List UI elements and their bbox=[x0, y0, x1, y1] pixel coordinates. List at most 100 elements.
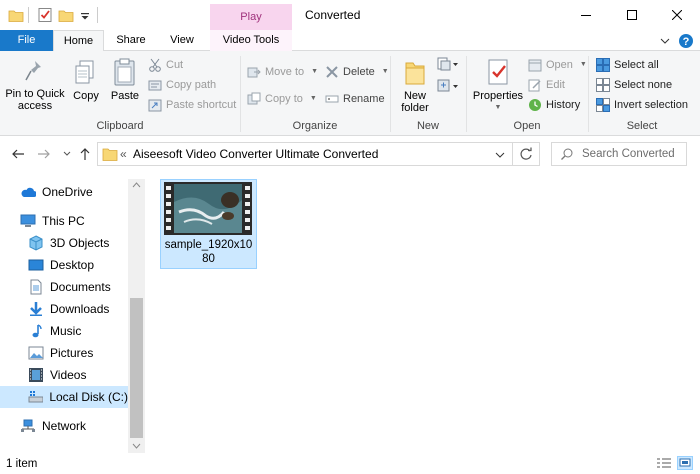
breadcrumb-item[interactable]: Converted bbox=[323, 147, 378, 161]
nav-item-local-disk[interactable]: Local Disk (C:) bbox=[0, 386, 128, 408]
large-icons-view-button[interactable] bbox=[677, 456, 693, 470]
copy-path-button[interactable]: Copy path bbox=[148, 76, 216, 94]
nav-label: Network bbox=[42, 419, 87, 433]
scissors-icon bbox=[149, 58, 161, 72]
nav-label: This PC bbox=[42, 214, 85, 228]
invert-selection-button[interactable]: Invert selection bbox=[596, 96, 688, 114]
help-icon[interactable]: ? bbox=[678, 33, 694, 49]
cut-button[interactable]: Cut bbox=[148, 56, 183, 74]
new-group-label: New bbox=[416, 120, 439, 132]
tab-share[interactable]: Share bbox=[108, 30, 154, 51]
up-button[interactable] bbox=[77, 146, 93, 162]
open-group-label: Open bbox=[513, 120, 541, 132]
nav-item-music[interactable]: Music bbox=[28, 320, 81, 342]
cut-label: Cut bbox=[166, 59, 184, 71]
history-icon bbox=[529, 99, 541, 111]
select-group-label: Select bbox=[626, 120, 658, 132]
nav-scrollbar-thumb[interactable] bbox=[130, 298, 143, 438]
nav-item-pictures[interactable]: Pictures bbox=[28, 342, 93, 364]
copy-to-button[interactable]: Copy to ▼ bbox=[247, 90, 317, 108]
nav-label: Music bbox=[50, 324, 82, 338]
nav-item-3d-objects[interactable]: 3D Objects bbox=[28, 232, 109, 254]
breadcrumb-overflow[interactable]: « bbox=[120, 147, 127, 161]
new-folder-button[interactable]: New folder bbox=[396, 59, 434, 114]
nav-item-documents[interactable]: Documents bbox=[28, 276, 111, 298]
new-folder-qat-icon[interactable] bbox=[58, 7, 74, 23]
history-button[interactable]: History bbox=[528, 96, 580, 114]
drive-icon bbox=[28, 391, 44, 403]
refresh-icon bbox=[520, 147, 532, 160]
nav-item-onedrive[interactable]: OneDrive bbox=[20, 181, 93, 203]
search-input[interactable]: Search Converted bbox=[551, 142, 687, 166]
details-view-button[interactable] bbox=[656, 456, 672, 470]
scroll-up-icon[interactable] bbox=[131, 181, 142, 189]
pin-to-quick-access-button[interactable]: Pin to Quick access bbox=[4, 59, 66, 112]
properties-button[interactable]: Properties ▼ bbox=[472, 57, 524, 114]
recent-locations-button[interactable] bbox=[59, 146, 75, 162]
close-icon bbox=[672, 10, 682, 20]
address-dropdown-button[interactable] bbox=[494, 149, 506, 161]
refresh-button[interactable] bbox=[513, 142, 540, 166]
pin-label-line2: access bbox=[17, 100, 53, 112]
tab-view[interactable]: View bbox=[158, 30, 206, 51]
nav-item-network[interactable]: Network bbox=[20, 415, 86, 437]
properties-label: Properties bbox=[472, 90, 524, 102]
delete-label: Delete bbox=[343, 66, 375, 78]
open-button[interactable]: Open ▼ bbox=[528, 56, 587, 74]
nav-item-videos[interactable]: Videos bbox=[28, 364, 86, 386]
status-bar bbox=[0, 454, 700, 474]
qat-separator bbox=[28, 7, 29, 23]
picture-icon bbox=[28, 346, 44, 360]
qat-separator bbox=[97, 7, 98, 23]
nav-label: Documents bbox=[50, 280, 111, 294]
delete-button[interactable]: Delete ▼ bbox=[325, 63, 389, 81]
select-all-icon bbox=[596, 58, 610, 72]
clipboard-group-label: Clipboard bbox=[96, 120, 144, 132]
properties-qat-icon[interactable] bbox=[37, 7, 53, 23]
paste-shortcut-button[interactable]: Paste shortcut bbox=[148, 96, 236, 114]
nav-item-desktop[interactable]: Desktop bbox=[28, 254, 94, 276]
breadcrumb-item[interactable]: Aiseesoft Video Converter Ultimate bbox=[133, 147, 320, 161]
maximize-button[interactable] bbox=[609, 0, 655, 30]
paste-button[interactable]: Paste bbox=[108, 57, 142, 102]
back-button[interactable] bbox=[10, 146, 26, 162]
copy-label: Copy bbox=[73, 90, 99, 102]
easy-access-icon bbox=[437, 79, 458, 92]
select-all-button[interactable]: Select all bbox=[596, 56, 659, 74]
copy-to-label: Copy to bbox=[265, 93, 303, 105]
easy-access-button[interactable] bbox=[436, 78, 460, 96]
move-to-button[interactable]: Move to ▼ bbox=[247, 63, 318, 81]
close-button[interactable] bbox=[654, 0, 700, 30]
copy-path-label: Copy path bbox=[166, 79, 217, 91]
breadcrumb-separator[interactable]: > bbox=[308, 147, 315, 161]
download-arrow-icon bbox=[30, 302, 42, 316]
select-none-button[interactable]: Select none bbox=[596, 76, 672, 94]
tab-home[interactable]: Home bbox=[53, 30, 104, 52]
forward-button[interactable] bbox=[36, 146, 52, 162]
rename-button[interactable]: Rename bbox=[325, 90, 385, 108]
tab-file[interactable]: File bbox=[0, 30, 53, 51]
chevron-down-icon bbox=[63, 151, 71, 156]
organize-group-label: Organize bbox=[292, 120, 338, 132]
move-to-icon bbox=[247, 67, 261, 78]
svg-text:?: ? bbox=[683, 36, 690, 48]
folder-icon bbox=[102, 146, 118, 162]
minimize-button[interactable] bbox=[563, 0, 609, 30]
pin-label-line1: Pin to Quick bbox=[5, 88, 65, 100]
copy-path-icon bbox=[148, 80, 162, 91]
nav-item-downloads[interactable]: Downloads bbox=[28, 298, 109, 320]
tab-video-tools[interactable]: Video Tools bbox=[210, 30, 292, 51]
document-icon bbox=[30, 279, 42, 295]
copy-button[interactable]: Copy bbox=[70, 59, 102, 102]
rename-label: Rename bbox=[343, 93, 385, 105]
edit-button[interactable]: Edit bbox=[528, 76, 565, 94]
ribbon-expand-icon[interactable] bbox=[660, 36, 670, 46]
nav-label: 3D Objects bbox=[50, 236, 110, 250]
new-item-button[interactable] bbox=[436, 56, 460, 74]
scroll-down-icon[interactable] bbox=[131, 442, 142, 450]
customize-qat-icon[interactable] bbox=[77, 7, 93, 23]
nav-item-this-pc[interactable]: This PC bbox=[20, 210, 85, 232]
new-folder-label-line2: folder bbox=[401, 102, 429, 114]
network-icon bbox=[21, 419, 35, 432]
properties-dropdown-icon[interactable]: ▼ bbox=[472, 102, 524, 114]
